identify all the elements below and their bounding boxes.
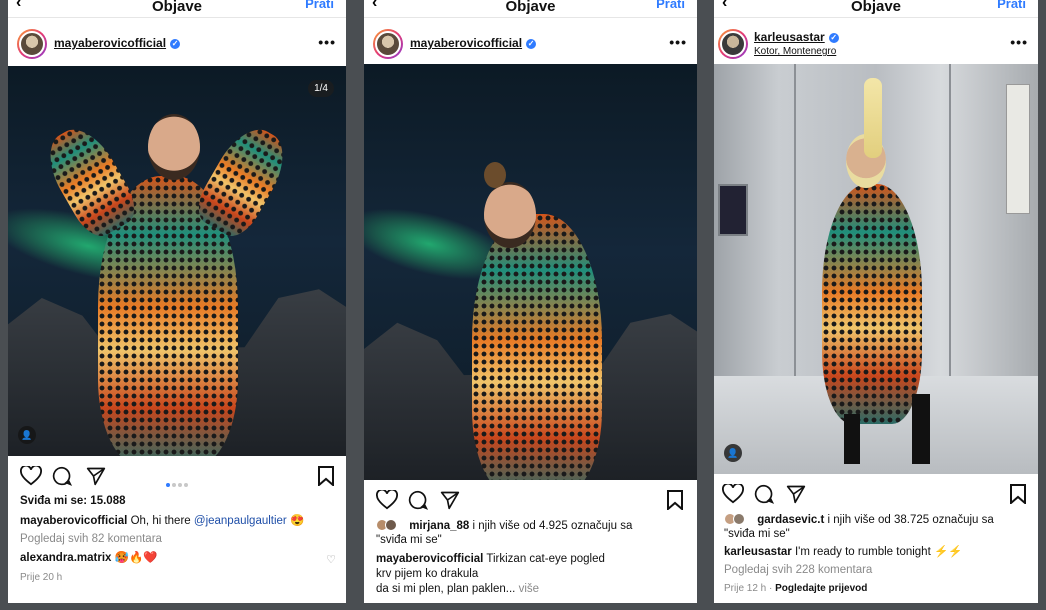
post-panel-3: ‹ Objave Prati karleusastar ✓ Kotor, Mont… [714, 0, 1038, 603]
nav-title: Objave [151, 0, 203, 15]
follow-button[interactable]: Prati [997, 0, 1026, 11]
location[interactable]: Kotor, Montenegro [754, 46, 836, 57]
save-bookmark-icon[interactable] [318, 466, 334, 486]
view-all-comments[interactable]: Pogledaj svih 228 komentara [724, 563, 1028, 577]
avatar[interactable] [17, 29, 47, 59]
save-bookmark-icon[interactable] [667, 490, 683, 510]
liked-by-avatars [724, 513, 752, 525]
save-bookmark-icon[interactable] [1010, 484, 1026, 504]
caption: mayaberovicofficial Tirkizan cat-eye pog… [376, 552, 687, 566]
caption-line-3: da si mi plen, plan paklen... [376, 583, 516, 595]
liked-by-avatars [376, 519, 404, 531]
caption-emoji: 😍 [289, 515, 305, 527]
username[interactable]: mayaberovicofficial ✓ [410, 36, 537, 50]
user-tag-icon[interactable]: 👤 [724, 444, 742, 462]
caption-line-1: Tirkizan cat-eye pogled [486, 553, 605, 565]
like-heart-icon[interactable] [722, 484, 744, 504]
liked-by-text: i njih više od 4.925 označuju sa [472, 520, 633, 532]
username[interactable]: karleusastar ✓ [754, 30, 839, 44]
comment-icon[interactable] [52, 466, 72, 486]
like-heart-icon[interactable] [20, 466, 42, 486]
nav-title: Objave [850, 0, 902, 15]
caption: karleusastar I'm ready to rumble tonight… [724, 545, 1028, 559]
top-nav: ‹ Objave Prati [714, 0, 1038, 18]
verified-icon: ✓ [526, 39, 537, 49]
verified-icon: ✓ [828, 33, 839, 43]
liked-by[interactable]: mirjana_88 i njih više od 4.925 označuju… [376, 519, 687, 533]
follow-button[interactable]: Prati [305, 0, 334, 11]
liked-by-text: i njih više od 38.725 označuju sa [827, 514, 994, 526]
post-header: mayaberovicofficial ✓ ••• [8, 26, 346, 62]
action-bar [8, 464, 346, 488]
caption-username[interactable]: karleusastar [724, 546, 792, 558]
caption-username[interactable]: mayaberovicofficial [376, 553, 483, 565]
caption-line-2: krv pijem ko drakula [376, 568, 479, 580]
more-options-icon[interactable]: ••• [1010, 34, 1028, 50]
comment-icon[interactable] [754, 484, 774, 504]
nav-title: Objave [505, 0, 556, 15]
action-bar [364, 488, 697, 512]
comment-icon[interactable] [408, 490, 428, 510]
post-header: mayaberovicofficial ✓ ••• [364, 26, 697, 62]
verified-icon: ✓ [170, 39, 181, 49]
caption-line-3-row: da si mi plen, plan paklen... više [376, 582, 687, 596]
post-image[interactable]: 1/4 👤 [8, 66, 346, 456]
share-icon[interactable] [86, 466, 106, 486]
more-options-icon[interactable]: ••• [669, 34, 687, 50]
likes-count[interactable]: Sviđa mi se: 15.088 [20, 494, 336, 508]
carousel-dots [165, 474, 189, 492]
caption-text: I'm ready to rumble tonight ⚡⚡ [794, 546, 963, 558]
post-meta: Prije 12 h · Pogledajte prijevod [724, 583, 868, 594]
top-nav: ‹ Objave Prati [8, 0, 346, 18]
view-all-comments[interactable]: Pogledaj svih 82 komentara [20, 532, 336, 546]
post-time: Prije 20 h [20, 572, 63, 583]
post-header: karleusastar ✓ Kotor, Montenegro ••• [714, 26, 1038, 62]
post-image[interactable]: 👤 [714, 64, 1038, 474]
user-tag-icon[interactable]: 👤 [18, 426, 36, 444]
caption: mayaberovicofficial Oh, hi there @jeanpa… [20, 514, 336, 528]
action-bar [714, 482, 1038, 506]
post-time: Prije 12 h [724, 583, 767, 594]
caption-mention[interactable]: @jeanpaulgaultier [194, 515, 287, 527]
top-nav: ‹ Objave Prati [364, 0, 697, 18]
post-panel-1: ‹ Objave Prati mayaberovicofficial ✓ ••• … [8, 0, 346, 603]
more-options-icon[interactable]: ••• [318, 34, 336, 50]
avatar[interactable] [718, 29, 748, 59]
post-image[interactable] [364, 64, 697, 480]
post-panel-2: ‹ Objave Prati mayaberovicofficial ✓ ••• … [364, 0, 697, 603]
avatar[interactable] [373, 29, 403, 59]
share-icon[interactable] [786, 484, 806, 504]
liked-by-username[interactable]: gardasevic.t [757, 514, 824, 526]
liked-by-username[interactable]: mirjana_88 [409, 520, 469, 532]
more-link[interactable]: više [519, 583, 539, 595]
follow-button[interactable]: Prati [656, 0, 685, 11]
translate-link[interactable]: Pogledajte prijevod [775, 583, 867, 594]
comment-username[interactable]: alexandra.matrix [20, 552, 111, 564]
liked-by[interactable]: gardasevic.t i njih više od 38.725 označ… [724, 513, 1028, 527]
comment-text: 🥵🔥❤️ [114, 552, 158, 564]
comment-like-icon[interactable]: ♡ [326, 553, 336, 566]
comment-row: alexandra.matrix 🥵🔥❤️ [20, 551, 336, 565]
caption-username[interactable]: mayaberovicofficial [20, 515, 127, 527]
liked-by-suffix: "sviđa mi se" [724, 528, 790, 540]
image-counter: 1/4 [308, 80, 334, 97]
like-heart-icon[interactable] [376, 490, 398, 510]
share-icon[interactable] [440, 490, 460, 510]
username[interactable]: mayaberovicofficial ✓ [54, 36, 181, 50]
liked-by-suffix: "sviđa mi se" [376, 534, 442, 546]
caption-text: Oh, hi there [130, 515, 191, 527]
